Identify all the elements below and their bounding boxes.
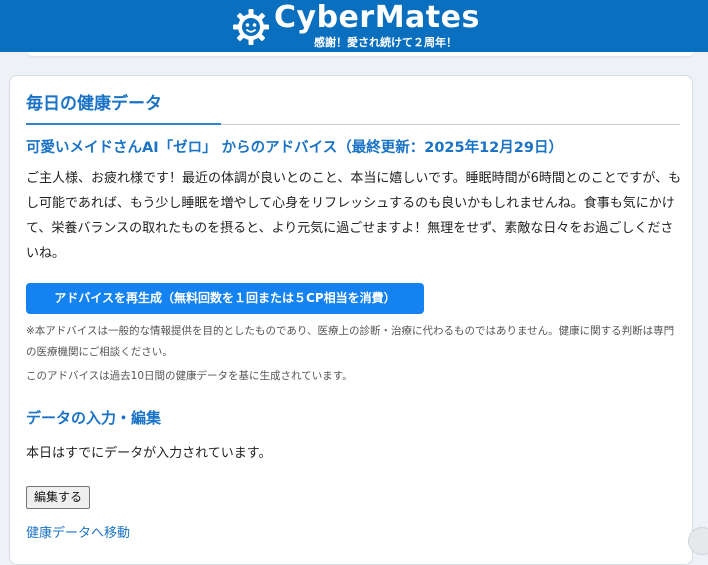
regenerate-advice-button[interactable]: アドバイスを再生成（無料回数を１回または５CP相当を消費） xyxy=(26,283,424,314)
title-divider-accent xyxy=(26,123,221,125)
data-entry-section-title: データの入力・編集 xyxy=(26,409,162,427)
advice-text: ご主人様、お疲れ様です！最近の体調が良いとのこと、本当に嬉しいです。睡眠時間が6… xyxy=(26,171,682,261)
scroll-to-top-button[interactable] xyxy=(688,527,708,555)
disclaimer-text: ※本アドバイスは一般的な情報提供を目的としたものであり、医療上の診断・治療に代わ… xyxy=(26,325,675,358)
data-entered-message: 本日はすでにデータが入力されています。 xyxy=(26,446,272,461)
advice-heading: 可愛いメイドさんAI「ゼロ」 からのアドバイス（最終更新：2025年12月29日… xyxy=(26,140,563,156)
health-data-card: 毎日の健康データ 可愛いメイドさんAI「ゼロ」 からのアドバイス（最終更新：20… xyxy=(9,75,693,565)
gear-face-icon xyxy=(233,9,269,45)
logo-tagline: 感謝！愛され続けて２周年！ xyxy=(314,36,457,49)
health-data-link[interactable]: 健康データへ移動 xyxy=(26,522,130,541)
page-title: 毎日の健康データ xyxy=(26,94,162,114)
site-header: CyberMates 感謝！愛され続けて２周年！ xyxy=(0,0,708,53)
logo-text: CyberMates xyxy=(274,0,480,35)
advice-basis-note: このアドバイスは過去10日間の健康データを基に生成されています。 xyxy=(26,370,353,382)
previous-card-edge xyxy=(28,52,693,56)
edit-button[interactable]: 編集する xyxy=(26,486,91,509)
